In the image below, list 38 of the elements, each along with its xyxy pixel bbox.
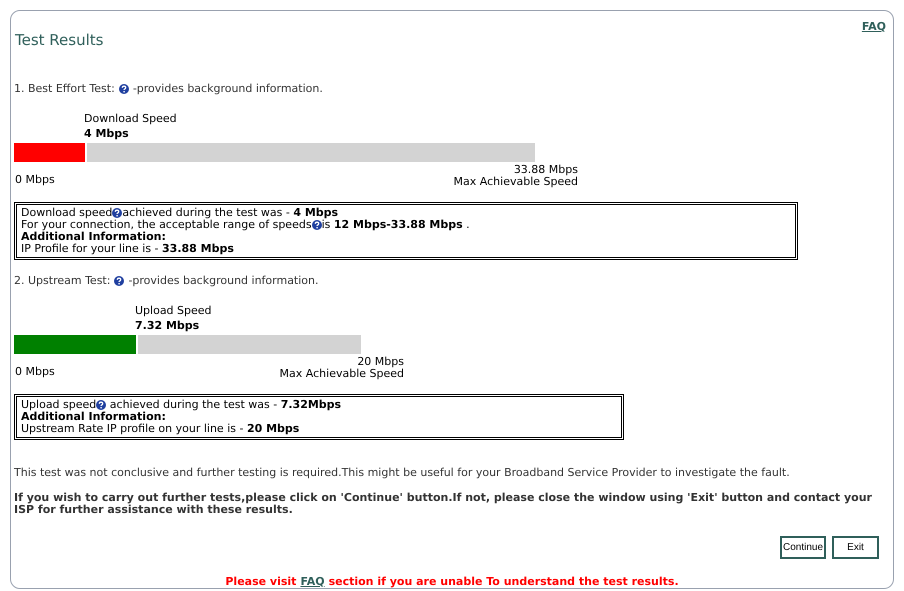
info-heading: Additional Information:	[21, 411, 166, 423]
help-caption: -provides background information.	[128, 273, 318, 289]
info-text: For your connection, the acceptable range of speeds	[21, 219, 312, 231]
help-icon[interactable]	[114, 276, 124, 286]
footer-text: section if you are unable To understand the test results.	[328, 574, 679, 590]
min-speed-label: 0 Mbps	[14, 364, 55, 380]
bar-value: 7.32 Mbps	[135, 318, 200, 332]
instructions-text: If you wish to carry out further tests,please click on 'Continue' button.If not, please close the window using 'Exit' button and contact your ISP for further assistance with these results.	[14, 492, 873, 516]
footer-text: Please visit	[225, 574, 296, 590]
help-icon[interactable]	[118, 84, 129, 94]
help-icon[interactable]	[96, 400, 106, 410]
min-speed-label: 0 Mbps	[14, 172, 55, 188]
notice-text: This test was not conclusive and further testing is required.This might be useful for your Broadband Service Provider to investigate the fault.	[14, 465, 791, 481]
continue-button[interactable]: Continue	[780, 536, 826, 558]
bar-label: Upload Speed	[135, 302, 213, 318]
bar-label: Download Speed	[84, 110, 178, 126]
test-heading: 2. Upstream Test:	[14, 273, 110, 289]
faq-link[interactable]: FAQ	[300, 574, 325, 590]
help-icon[interactable]	[112, 208, 122, 218]
info-text: Upload speed	[21, 399, 96, 411]
info-text: IP Profile for your line is - 33.88 Mbps	[21, 243, 234, 255]
exit-button[interactable]: Exit	[832, 536, 879, 558]
max-speed-label: 20 Mbps	[357, 356, 404, 368]
info-text: Upstream Rate IP profile on your line is - 20 Mbps	[21, 423, 300, 435]
bar-value: 4 Mbps	[84, 126, 130, 140]
help-icon[interactable]	[312, 220, 322, 230]
info-text: is 12 Mbps-33.88 Mbps .	[322, 219, 470, 231]
info-text: achieved during the test was - 4 Mbps	[122, 207, 338, 219]
help-caption: -provides background information.	[132, 81, 323, 97]
max-speed-caption: Max Achievable Speed	[280, 368, 404, 380]
faq-link[interactable]: FAQ	[862, 19, 886, 36]
test-heading: 1. Best Effort Test:	[14, 81, 115, 97]
info-text: achieved during the test was - 7.32Mbps	[108, 399, 342, 411]
info-text: Download speed	[21, 207, 112, 219]
info-heading: Additional Information:	[21, 231, 166, 243]
max-speed-caption: Max Achievable Speed	[454, 176, 578, 188]
page-title: Test Results	[15, 31, 104, 49]
max-speed-label: 33.88 Mbps	[514, 164, 578, 176]
